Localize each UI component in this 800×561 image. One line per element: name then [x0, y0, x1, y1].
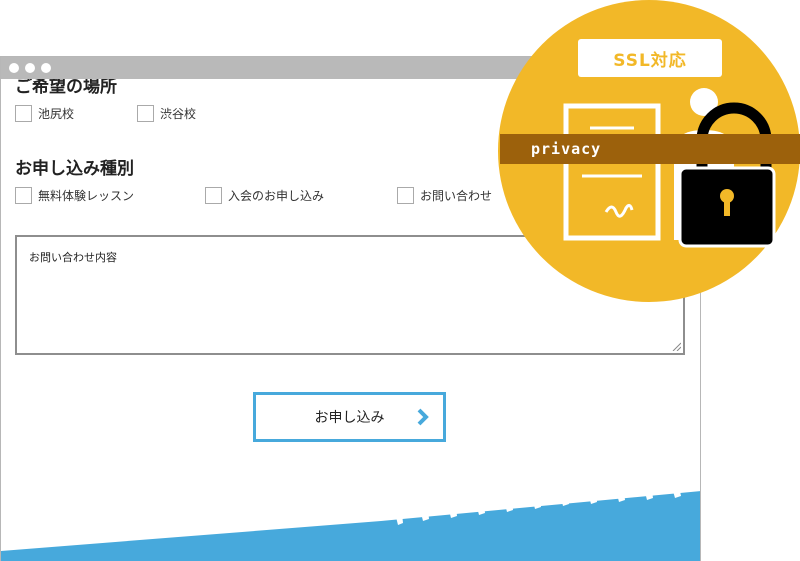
footer-wave-decoration	[1, 491, 700, 561]
checkbox-label: 池尻校	[38, 107, 75, 121]
resize-grip-icon[interactable]	[672, 342, 681, 351]
submit-button-label: お申し込み	[314, 410, 385, 426]
location-option-ikejiri[interactable]: 池尻校	[15, 105, 74, 122]
type-option-trial-lesson[interactable]: 無料体験レッスン	[15, 187, 134, 204]
privacy-label: privacy	[531, 140, 602, 158]
checkbox[interactable]	[205, 187, 222, 204]
checkbox[interactable]	[137, 105, 154, 122]
window-dot-icon	[25, 63, 35, 73]
window-dot-icon	[41, 63, 51, 73]
location-heading: ご希望の場所	[15, 79, 117, 97]
checkbox[interactable]	[15, 105, 32, 122]
ssl-label: SSL対応	[613, 50, 687, 71]
checkbox-label: 無料体験レッスン	[38, 189, 135, 203]
type-option-inquiry[interactable]: お問い合わせ	[397, 187, 492, 204]
type-option-enrollment[interactable]: 入会のお申し込み	[205, 187, 324, 204]
checkbox-label: 渋谷校	[160, 107, 197, 121]
chevron-right-icon	[417, 408, 429, 426]
checkbox[interactable]	[397, 187, 414, 204]
inquiry-textarea-label: お問い合わせ内容	[29, 251, 117, 264]
window-dot-icon	[9, 63, 19, 73]
submit-button[interactable]: お申し込み	[253, 392, 446, 442]
checkbox[interactable]	[15, 187, 32, 204]
checkbox-label: 入会のお申し込み	[228, 189, 325, 203]
ssl-label-box: SSL対応	[578, 39, 722, 77]
checkbox-label: お問い合わせ	[420, 189, 493, 203]
application-type-heading: お申し込み種別	[15, 159, 134, 179]
location-option-shibuya[interactable]: 渋谷校	[137, 105, 196, 122]
